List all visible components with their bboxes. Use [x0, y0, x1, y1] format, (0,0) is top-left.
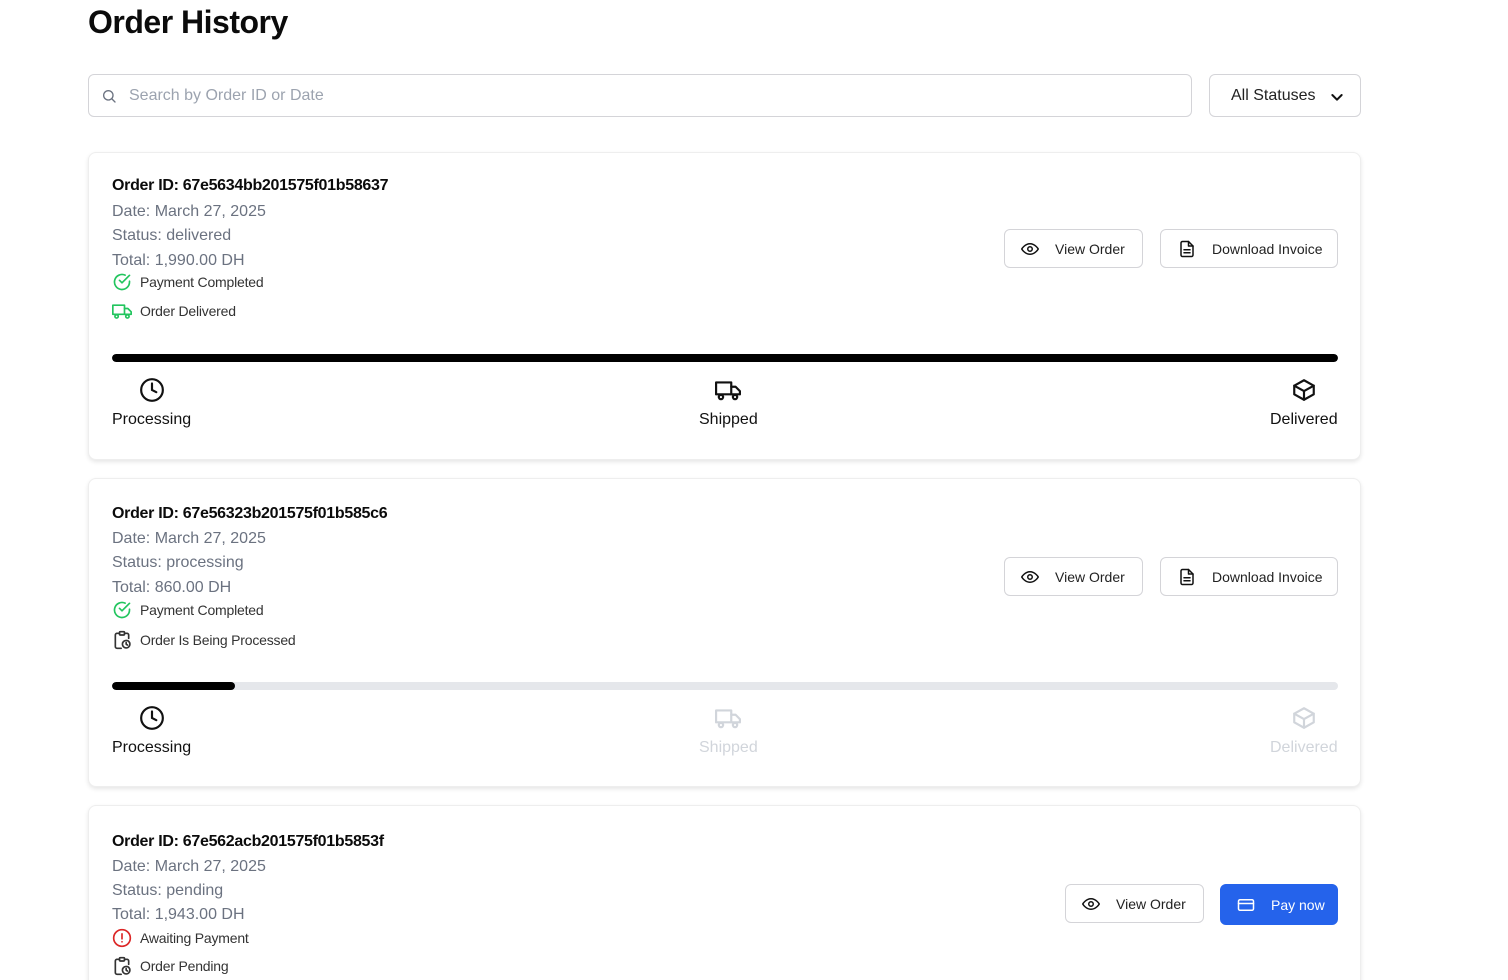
status-filter-value: All Statuses [1231, 86, 1316, 104]
order-status: Status: pending [112, 882, 224, 899]
order-date: Date: March 27, 2025 [112, 858, 266, 875]
order-status: Status: processing [112, 554, 244, 571]
eye-icon [1082, 897, 1100, 910]
payment-status: Payment Completed [112, 272, 264, 292]
download-invoice-label: Download Invoice [1212, 240, 1323, 257]
clock-icon [139, 706, 164, 730]
search-bar [88, 74, 1192, 117]
step-processing: Processing [112, 705, 191, 757]
download-invoice-button[interactable]: Download Invoice [1160, 557, 1338, 596]
alert-circle-icon [112, 928, 132, 948]
view-order-label: View Order [1055, 240, 1125, 257]
order-status-text: Order Pending [140, 958, 229, 974]
check-circle-icon [113, 273, 131, 291]
step-label: Shipped [699, 411, 758, 428]
order-status: Status: delivered [112, 227, 232, 244]
order-history-page: Order History All Statuses Order ID: 67e… [0, 0, 1508, 980]
package-icon [1292, 379, 1315, 401]
clock-icon [139, 378, 164, 402]
order-card: Order ID: 67e56323b201575f01b585c6 Date:… [88, 478, 1361, 787]
payment-status: Payment Completed [112, 600, 264, 620]
payment-status-text: Payment Completed [140, 274, 264, 290]
order-date: Date: March 27, 2025 [112, 530, 266, 547]
order-fulfilment-status: Order Pending [112, 956, 229, 976]
progress-fill [112, 682, 235, 690]
order-total: Total: 1,990.00 DH [112, 252, 245, 269]
step-label: Delivered [1270, 411, 1338, 428]
view-order-label: View Order [1055, 568, 1125, 585]
clipboard-clock-icon [114, 630, 131, 650]
order-id: Order ID: 67e5634bb201575f01b58637 [112, 177, 389, 194]
order-id: Order ID: 67e562acb201575f01b5853f [112, 833, 384, 850]
download-invoice-button[interactable]: Download Invoice [1160, 229, 1338, 268]
order-total: Total: 1,943.00 DH [112, 906, 245, 923]
payment-status-text: Payment Completed [140, 602, 264, 618]
pay-now-label: Pay now [1271, 896, 1325, 913]
order-status-text: Order Delivered [140, 303, 236, 319]
step-delivered: Delivered [1270, 705, 1338, 757]
order-fulfilment-status: Order Delivered [112, 301, 236, 321]
view-order-label: View Order [1116, 895, 1186, 912]
step-label: Shipped [699, 739, 758, 756]
step-delivered: Delivered [1270, 377, 1338, 429]
order-fulfilment-status: Order Is Being Processed [112, 630, 296, 650]
file-text-icon [1180, 240, 1194, 257]
payment-status-text: Awaiting Payment [140, 930, 249, 946]
view-order-button[interactable]: View Order [1065, 884, 1204, 923]
check-circle-icon [113, 601, 131, 619]
order-card: Order ID: 67e5634bb201575f01b58637 Date:… [88, 152, 1361, 460]
status-filter-select[interactable]: All Statuses [1209, 74, 1361, 117]
file-text-icon [1180, 568, 1194, 585]
step-label: Processing [112, 739, 192, 756]
order-card: Order ID: 67e562acb201575f01b5853f Date:… [88, 805, 1361, 980]
order-total: Total: 860.00 DH [112, 579, 232, 596]
progress-track [112, 682, 1338, 690]
order-id: Order ID: 67e56323b201575f01b585c6 [112, 505, 388, 522]
search-icon [103, 90, 116, 103]
step-label: Processing [112, 411, 192, 428]
order-date: Date: March 27, 2025 [112, 203, 266, 220]
order-status-text: Order Is Being Processed [140, 632, 296, 648]
step-processing: Processing [112, 377, 191, 429]
credit-card-icon [1237, 898, 1255, 911]
step-shipped: Shipped [699, 705, 758, 757]
truck-icon [715, 381, 742, 401]
download-invoice-label: Download Invoice [1212, 568, 1323, 585]
clipboard-clock-icon [114, 956, 131, 976]
eye-icon [1021, 242, 1039, 255]
view-order-button[interactable]: View Order [1004, 229, 1143, 268]
progress-track [112, 354, 1338, 362]
search-input[interactable] [129, 75, 1169, 116]
payment-status: Awaiting Payment [112, 928, 249, 948]
eye-icon [1021, 570, 1039, 583]
step-shipped: Shipped [699, 377, 758, 429]
page-title: Order History [88, 4, 288, 40]
truck-icon [112, 304, 132, 319]
truck-icon [715, 709, 742, 729]
pay-now-button[interactable]: Pay now [1220, 884, 1338, 925]
progress-fill [112, 354, 1338, 362]
view-order-button[interactable]: View Order [1004, 557, 1143, 596]
step-label: Delivered [1270, 739, 1338, 756]
chevron-down-icon [1331, 94, 1343, 101]
package-icon [1292, 707, 1315, 729]
